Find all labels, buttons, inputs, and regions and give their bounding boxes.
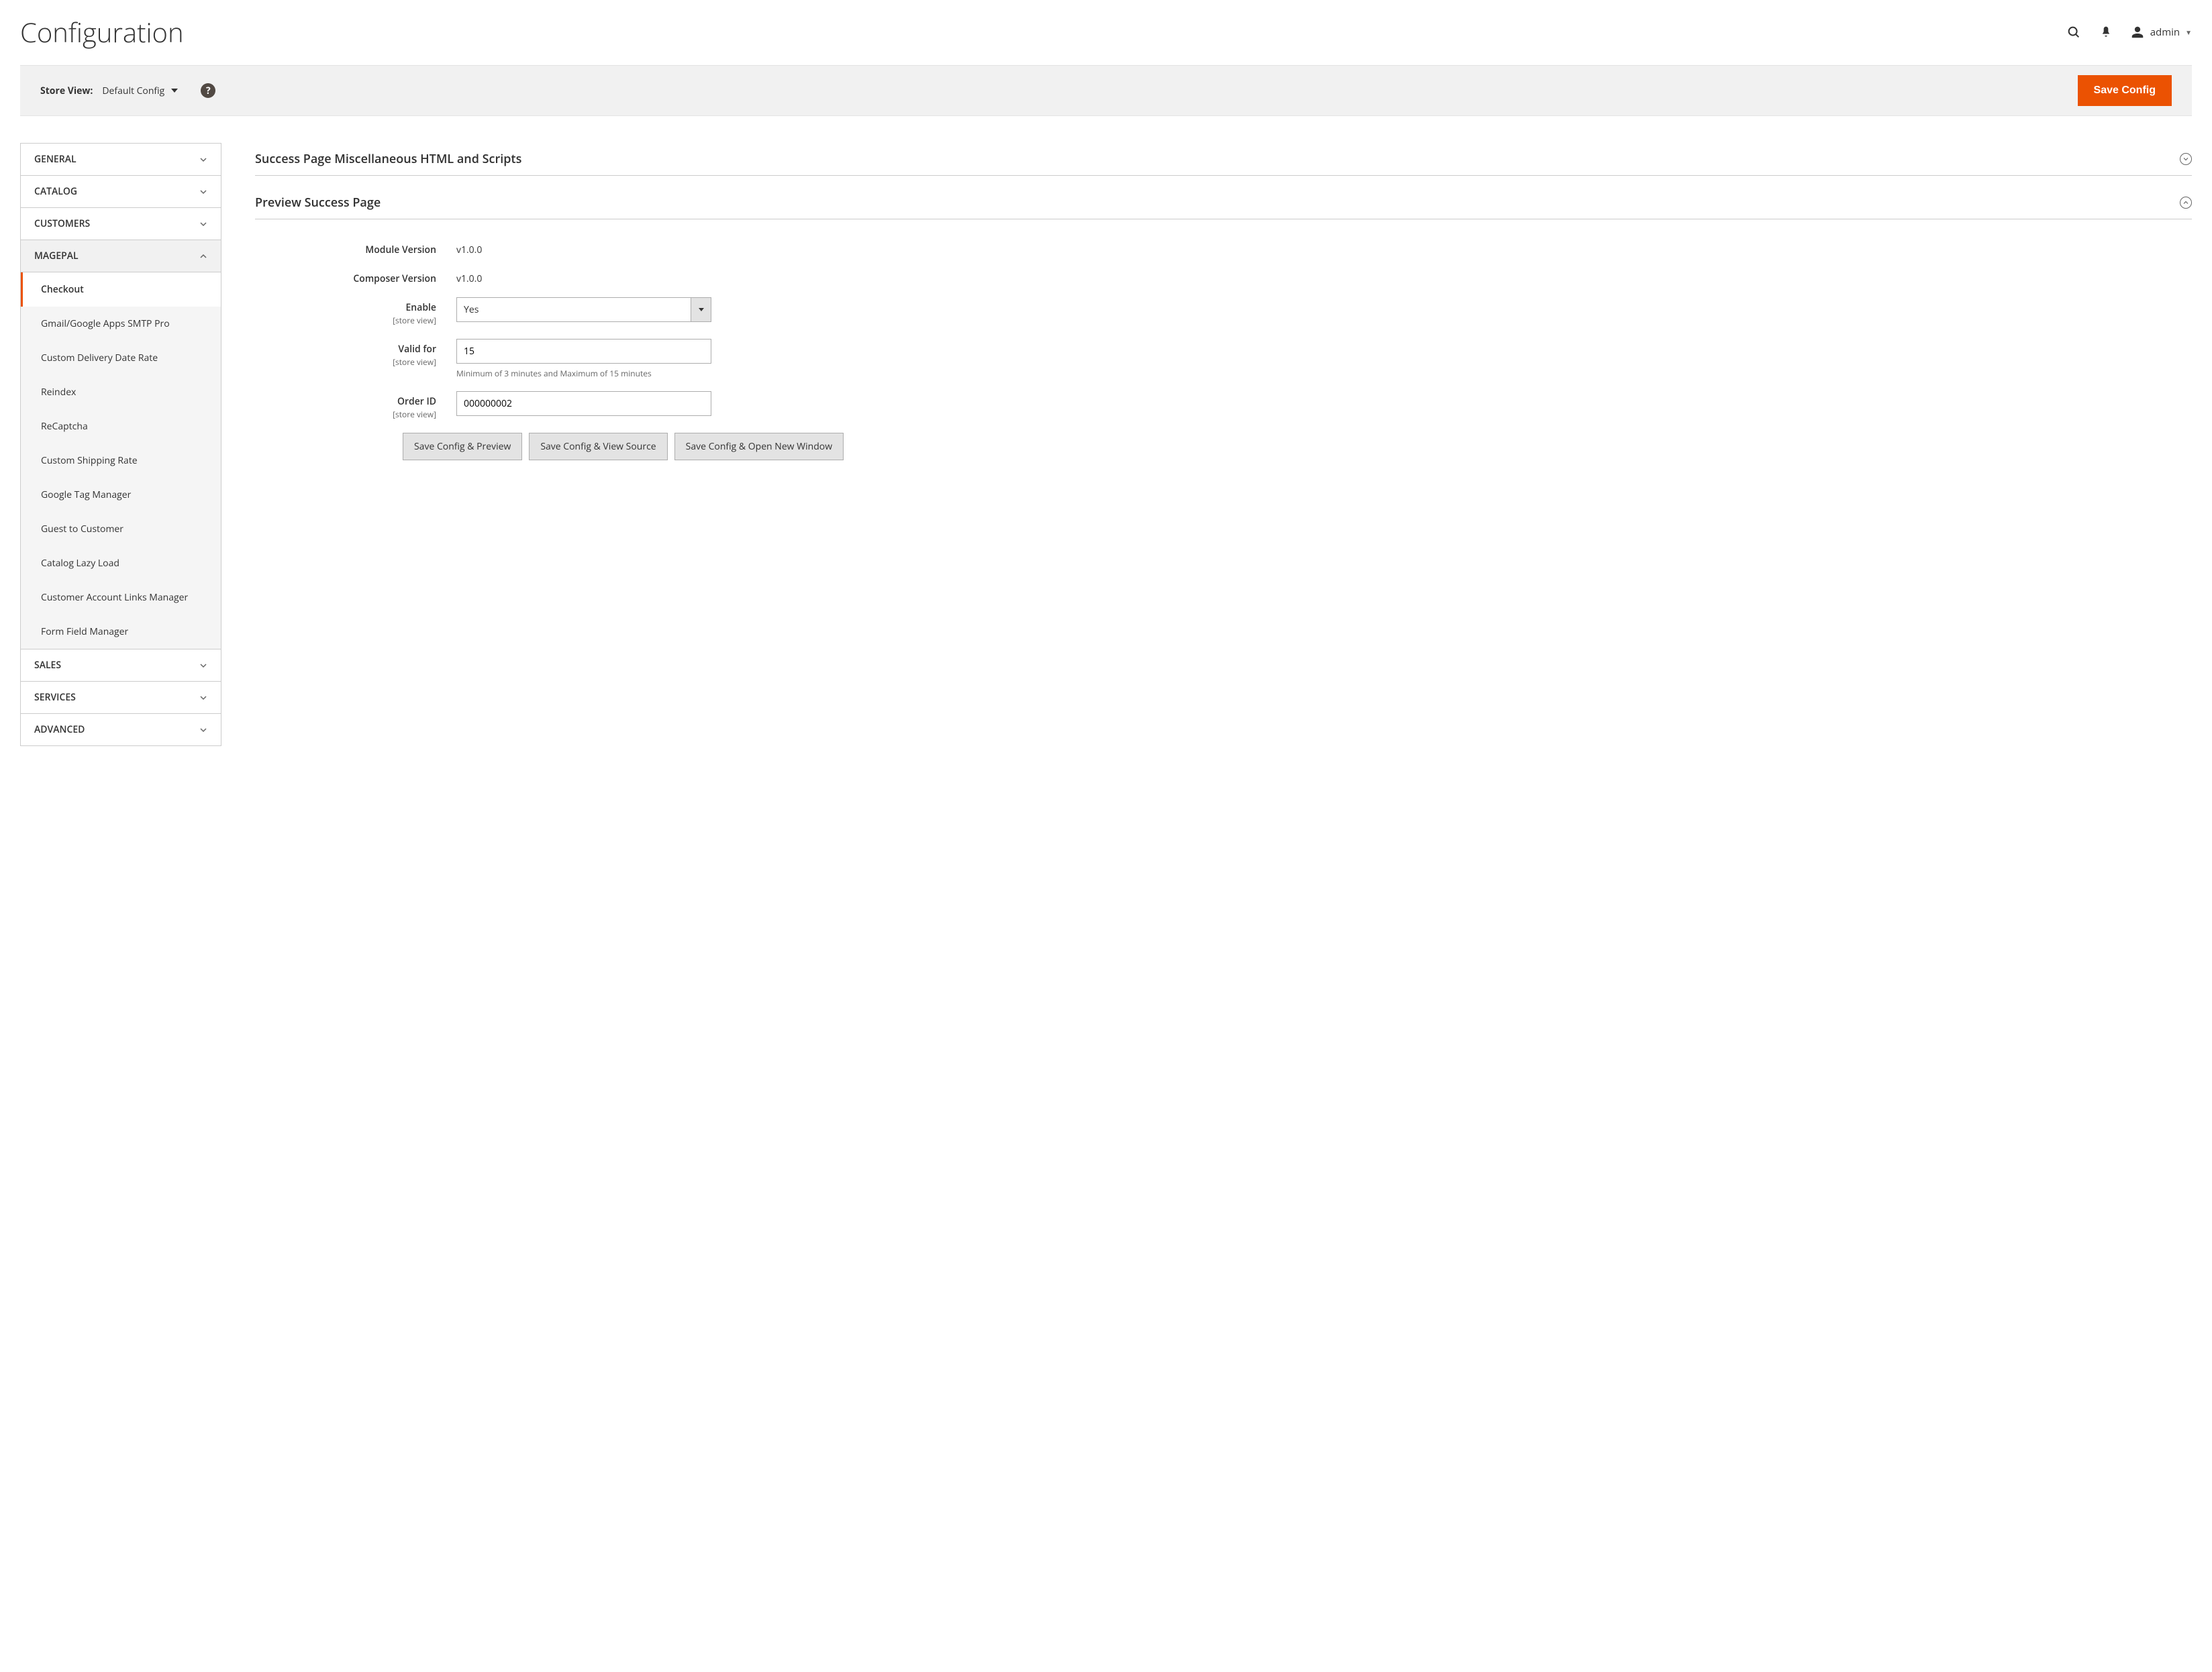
sidebar-item-smtp[interactable]: Gmail/Google Apps SMTP Pro: [21, 307, 221, 341]
sidebar-item-guest-customer[interactable]: Guest to Customer: [21, 512, 221, 546]
sidebar-section-label: GENERAL: [34, 153, 77, 166]
chevron-down-icon: [199, 156, 207, 164]
bell-icon[interactable]: [2098, 24, 2114, 40]
sidebar-item-lazy-load[interactable]: Catalog Lazy Load: [21, 546, 221, 580]
sidebar-section-label: SALES: [34, 659, 61, 672]
sidebar-item-account-links[interactable]: Customer Account Links Manager: [21, 580, 221, 615]
section-title: Success Page Miscellaneous HTML and Scri…: [255, 151, 521, 167]
section-body-preview: Module Version v1.0.0 Composer Version v…: [255, 219, 2192, 460]
chevron-down-icon: [199, 220, 207, 228]
sidebar-item-checkout[interactable]: Checkout: [21, 272, 221, 307]
save-preview-button[interactable]: Save Config & Preview: [403, 433, 522, 460]
admin-username: admin: [2150, 25, 2180, 39]
sidebar-item-form-field[interactable]: Form Field Manager: [21, 615, 221, 649]
save-view-source-button[interactable]: Save Config & View Source: [529, 433, 667, 460]
search-icon[interactable]: [2066, 24, 2082, 40]
sidebar-section-general[interactable]: GENERAL: [21, 144, 221, 175]
sidebar-item-shipping-rate[interactable]: Custom Shipping Rate: [21, 443, 221, 478]
composer-version-label: Composer Version: [255, 272, 436, 285]
sidebar-section-label: CATALOG: [34, 185, 77, 198]
sidebar-section-sales[interactable]: SALES: [21, 649, 221, 681]
order-id-label: Order ID: [255, 395, 436, 408]
page-title: Configuration: [20, 13, 184, 50]
sidebar: GENERAL CATALOG CUSTOMERS MAGEPAL Checko…: [20, 143, 221, 746]
sidebar-item-reindex[interactable]: Reindex: [21, 375, 221, 409]
chevron-down-icon: [171, 89, 178, 93]
store-view-label: Store View:: [40, 85, 93, 97]
enable-label: Enable: [255, 301, 436, 314]
chevron-down-icon: [199, 662, 207, 670]
sidebar-section-label: CUSTOMERS: [34, 217, 90, 230]
sidebar-section-label: MAGEPAL: [34, 250, 79, 262]
scope-label: [store view]: [393, 356, 436, 368]
valid-for-note: Minimum of 3 minutes and Maximum of 15 m…: [456, 368, 711, 379]
sidebar-item-delivery-date[interactable]: Custom Delivery Date Rate: [21, 341, 221, 375]
module-version-label: Module Version: [255, 244, 436, 256]
save-config-button[interactable]: Save Config: [2078, 75, 2172, 106]
sidebar-section-advanced[interactable]: ADVANCED: [21, 714, 221, 745]
section-title: Preview Success Page: [255, 195, 381, 211]
toolbar: Store View: Default Config ? Save Config: [20, 65, 2192, 116]
section-preview-success[interactable]: Preview Success Page: [255, 187, 2192, 219]
order-id-input[interactable]: [456, 391, 711, 416]
chevron-down-icon: [199, 188, 207, 196]
sidebar-section-catalog[interactable]: CATALOG: [21, 176, 221, 207]
admin-user-menu[interactable]: admin ▼: [2130, 25, 2192, 40]
chevron-up-icon: [199, 252, 207, 260]
header-actions: admin ▼: [2066, 24, 2192, 40]
chevron-down-icon: [199, 726, 207, 734]
store-view-value: Default Config: [102, 85, 164, 97]
sidebar-section-services[interactable]: SERVICES: [21, 682, 221, 713]
valid-for-input[interactable]: [456, 339, 711, 364]
scope-label: [store view]: [393, 409, 436, 420]
store-view-select[interactable]: Default Config: [102, 85, 178, 97]
valid-for-label: Valid for: [255, 343, 436, 356]
scope-label: [store view]: [393, 315, 436, 326]
sidebar-section-label: SERVICES: [34, 691, 76, 704]
section-misc-html[interactable]: Success Page Miscellaneous HTML and Scri…: [255, 143, 2192, 176]
chevron-down-icon: ▼: [2185, 28, 2192, 37]
composer-version-value: v1.0.0: [456, 268, 711, 285]
module-version-value: v1.0.0: [456, 240, 711, 256]
sidebar-subnav-magepal: Checkout Gmail/Google Apps SMTP Pro Cust…: [21, 272, 221, 649]
expand-icon: [2180, 197, 2192, 209]
sidebar-section-customers[interactable]: CUSTOMERS: [21, 208, 221, 240]
main-content: Success Page Miscellaneous HTML and Scri…: [255, 143, 2192, 746]
enable-value: Yes: [457, 298, 691, 321]
sidebar-section-magepal[interactable]: MAGEPAL: [21, 240, 221, 272]
collapse-icon: [2180, 153, 2192, 165]
chevron-down-icon: [691, 298, 711, 321]
save-new-window-button[interactable]: Save Config & Open New Window: [674, 433, 844, 460]
sidebar-item-gtm[interactable]: Google Tag Manager: [21, 478, 221, 512]
enable-select[interactable]: Yes: [456, 297, 711, 322]
sidebar-section-label: ADVANCED: [34, 723, 85, 736]
sidebar-item-recaptcha[interactable]: ReCaptcha: [21, 409, 221, 443]
chevron-down-icon: [199, 694, 207, 702]
help-icon[interactable]: ?: [201, 83, 215, 98]
